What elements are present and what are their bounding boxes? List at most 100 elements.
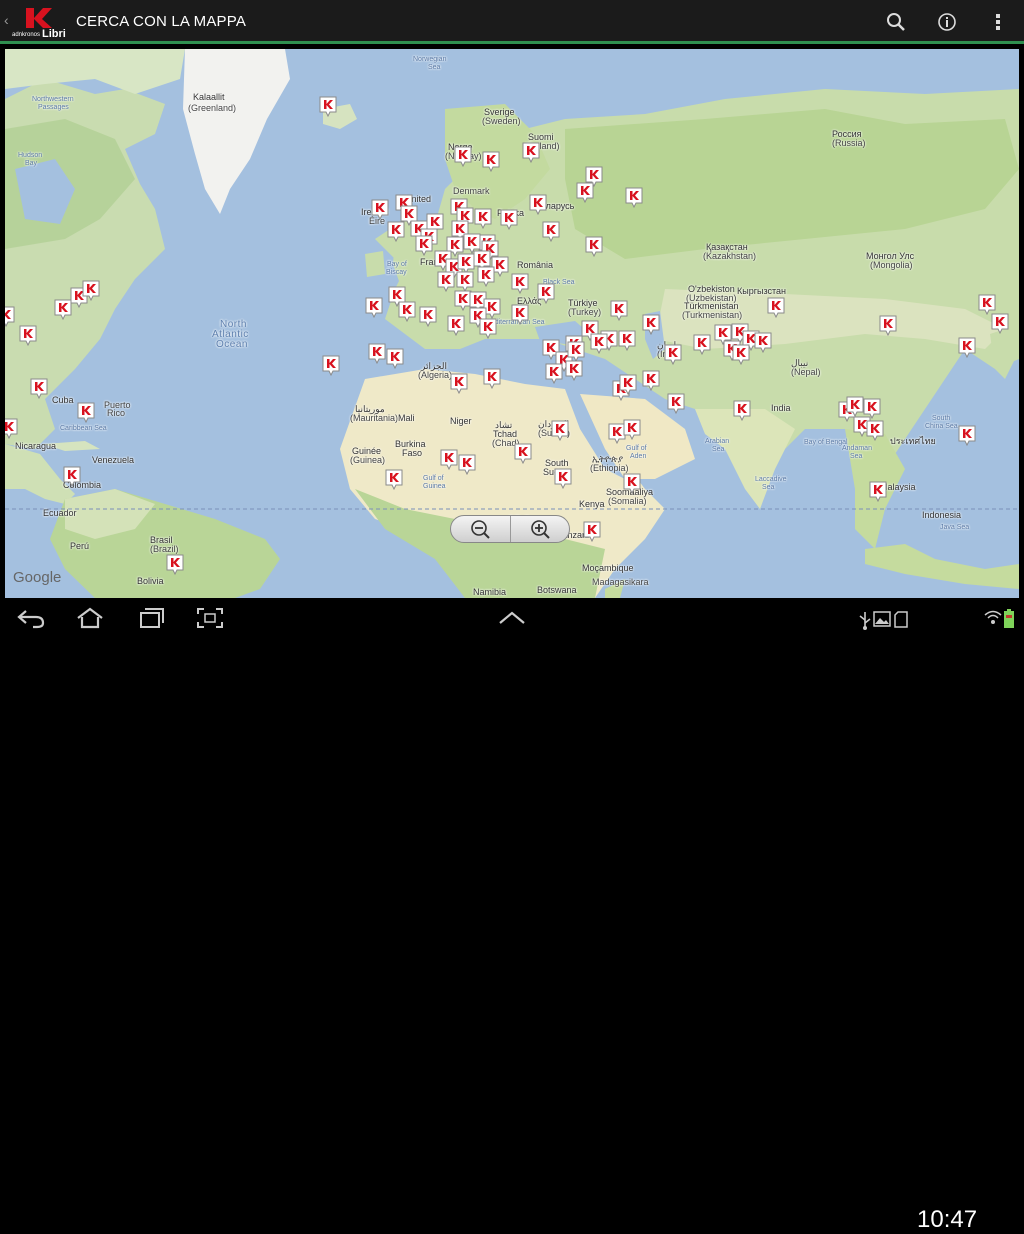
bookstore-marker-icon[interactable] xyxy=(866,420,884,441)
bookstore-marker-icon[interactable] xyxy=(585,236,603,257)
bookstore-marker-icon[interactable] xyxy=(322,355,340,376)
bookstore-marker-icon[interactable] xyxy=(958,425,976,446)
map-label: Gulf of xyxy=(626,445,647,452)
zoom-out-icon xyxy=(471,520,490,539)
bookstore-marker-icon[interactable] xyxy=(567,341,585,362)
bookstore-marker-icon[interactable] xyxy=(511,304,529,325)
map-label: Norwegian xyxy=(413,56,447,63)
bookstore-marker-icon[interactable] xyxy=(545,363,563,384)
bookstore-marker-icon[interactable] xyxy=(482,151,500,172)
bookstore-marker-icon[interactable] xyxy=(458,454,476,475)
bookstore-marker-icon[interactable] xyxy=(477,266,495,287)
bookstore-marker-icon[interactable] xyxy=(767,297,785,318)
bookstore-marker-icon[interactable] xyxy=(554,468,572,489)
info-icon[interactable] xyxy=(933,8,961,36)
map-label: Hudson xyxy=(18,152,43,159)
overflow-menu-icon[interactable] xyxy=(984,8,1012,36)
bookstore-marker-icon[interactable] xyxy=(82,280,100,301)
map-label: Passages xyxy=(38,104,69,111)
bookstore-marker-icon[interactable] xyxy=(30,378,48,399)
bookstore-marker-icon[interactable] xyxy=(454,146,472,167)
bookstore-marker-icon[interactable] xyxy=(166,554,184,575)
back-icon[interactable] xyxy=(16,606,46,635)
bookstore-marker-icon[interactable] xyxy=(319,96,337,117)
home-icon[interactable] xyxy=(75,606,105,635)
bookstore-marker-icon[interactable] xyxy=(542,221,560,242)
bookstore-marker-icon[interactable] xyxy=(440,449,458,470)
bookstore-marker-icon[interactable] xyxy=(625,187,643,208)
bookstore-marker-icon[interactable] xyxy=(450,373,468,394)
bookstore-marker-icon[interactable] xyxy=(483,368,501,389)
up-chevron-icon[interactable]: ‹ xyxy=(4,12,9,28)
map-label: Nicaragua xyxy=(15,441,57,451)
bookstore-marker-icon[interactable] xyxy=(583,521,601,542)
status-clock: 10:47 xyxy=(917,1206,978,1233)
bookstore-marker-icon[interactable] xyxy=(522,142,540,163)
bookstore-marker-icon[interactable] xyxy=(386,348,404,369)
bookstore-marker-icon[interactable] xyxy=(642,314,660,335)
bookstore-marker-icon[interactable] xyxy=(371,199,389,220)
map-label: (Somalia) xyxy=(608,496,647,506)
bookstore-marker-icon[interactable] xyxy=(387,221,405,242)
gallery-icon xyxy=(873,611,891,632)
bookstore-marker-icon[interactable] xyxy=(415,235,433,256)
bookstore-marker-icon[interactable] xyxy=(63,466,81,487)
bookstore-marker-icon[interactable] xyxy=(447,315,465,336)
bookstore-marker-icon[interactable] xyxy=(590,333,608,354)
bookstore-marker-icon[interactable] xyxy=(869,481,887,502)
bookstore-marker-icon[interactable] xyxy=(77,402,95,423)
bookstore-marker-icon[interactable] xyxy=(565,360,583,381)
bookstore-marker-icon[interactable] xyxy=(693,334,711,355)
bookstore-marker-icon[interactable] xyxy=(511,273,529,294)
map-label: Madagasikara xyxy=(592,577,649,587)
app-logo[interactable]: adnkronos Libri xyxy=(12,6,70,40)
bookstore-marker-icon[interactable] xyxy=(500,209,518,230)
bookstore-marker-icon[interactable] xyxy=(664,344,682,365)
bookstore-marker-icon[interactable] xyxy=(732,344,750,365)
bookstore-marker-icon[interactable] xyxy=(618,330,636,351)
bookstore-marker-icon[interactable] xyxy=(474,208,492,229)
bookstore-marker-icon[interactable] xyxy=(537,283,555,304)
bookstore-marker-icon[interactable] xyxy=(514,443,532,464)
bookstore-marker-icon[interactable] xyxy=(733,400,751,421)
bookstore-marker-icon[interactable] xyxy=(610,300,628,321)
bookstore-marker-icon[interactable] xyxy=(667,393,685,414)
bookstore-marker-icon[interactable] xyxy=(385,469,403,490)
map-label: (Nepal) xyxy=(791,367,821,377)
bookstore-marker-icon[interactable] xyxy=(529,194,547,215)
bookstore-marker-icon[interactable] xyxy=(456,271,474,292)
bookstore-marker-icon[interactable] xyxy=(576,182,594,203)
map-label: (Ethiopia) xyxy=(590,463,629,473)
bookstore-marker-icon[interactable] xyxy=(958,337,976,358)
map-label: (Russia) xyxy=(832,138,866,148)
bookstore-marker-icon[interactable] xyxy=(368,343,386,364)
chevron-up-icon[interactable] xyxy=(497,610,527,631)
bookstore-marker-icon[interactable] xyxy=(978,294,996,315)
map-label: Arabian xyxy=(705,438,730,445)
bookstore-marker-icon[interactable] xyxy=(754,332,772,353)
bookstore-marker-icon[interactable] xyxy=(551,420,569,441)
zoom-in-button[interactable] xyxy=(511,516,570,542)
bookstore-marker-icon[interactable] xyxy=(19,325,37,346)
bookstore-marker-icon[interactable] xyxy=(642,370,660,391)
recent-apps-icon[interactable] xyxy=(136,606,166,635)
bookstore-marker-icon[interactable] xyxy=(619,374,637,395)
bookstore-marker-icon[interactable] xyxy=(623,473,641,494)
bookstore-marker-icon[interactable] xyxy=(5,418,18,439)
bookstore-marker-icon[interactable] xyxy=(398,301,416,322)
map-label: Biscay xyxy=(386,269,407,276)
bookstore-marker-icon[interactable] xyxy=(879,315,897,336)
bookstore-marker-icon[interactable] xyxy=(479,318,497,339)
map-label: Bolivia xyxy=(137,576,164,586)
search-icon[interactable] xyxy=(882,8,910,36)
bookstore-marker-icon[interactable] xyxy=(991,313,1009,334)
bookstore-marker-icon[interactable] xyxy=(419,306,437,327)
bookstore-marker-icon[interactable] xyxy=(846,396,864,417)
bookstore-marker-icon[interactable] xyxy=(623,419,641,440)
battery-icon xyxy=(1003,609,1015,634)
zoom-out-button[interactable] xyxy=(451,516,510,542)
bookstore-marker-icon[interactable] xyxy=(365,297,383,318)
bookstore-marker-icon[interactable] xyxy=(437,271,455,292)
bookstore-marker-icon[interactable] xyxy=(5,306,15,327)
screenshot-icon[interactable] xyxy=(195,606,225,635)
